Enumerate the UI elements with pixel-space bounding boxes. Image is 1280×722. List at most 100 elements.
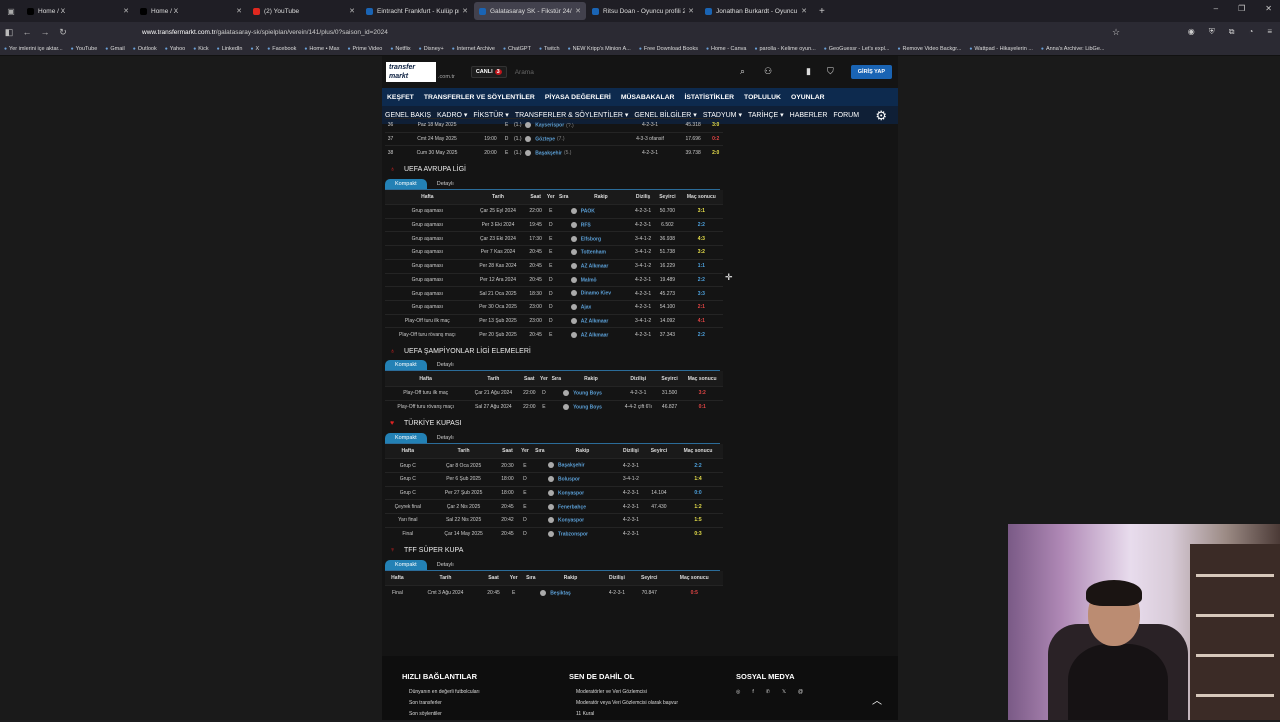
sub-nav-item[interactable]: HABERLER xyxy=(787,112,831,119)
main-nav-item[interactable]: TOPLULUK xyxy=(739,94,786,101)
opponent-name[interactable]: Konyaspor xyxy=(558,518,584,524)
cell-result[interactable]: 3:3 xyxy=(679,286,723,301)
table-row[interactable]: Play-Off turu ilk maç Per 13 Şub 2025 23:0… xyxy=(385,313,723,328)
back-button[interactable]: ← xyxy=(18,27,36,37)
cell-result[interactable]: 3:2 xyxy=(681,385,723,401)
cell-opponent[interactable]: RFS xyxy=(570,217,632,232)
cell-result[interactable]: 0:0 xyxy=(673,485,723,500)
table-row[interactable]: 38 Cum 30 May 2025 20:00 E (1.) Başakşehir (5.… xyxy=(385,145,723,160)
tab-compact[interactable]: Kompakt xyxy=(385,360,427,371)
extension-icon[interactable]: ◉ xyxy=(1188,27,1195,37)
bookmark-item[interactable]: YouTube xyxy=(71,46,98,52)
table-row[interactable]: Grup C Per 27 Şub 2025 18:00 E Konyaspor 4-2-… xyxy=(385,485,723,500)
browser-tab[interactable]: Eintracht Frankfurt - Kulüp profil✕ xyxy=(361,2,473,20)
cell-result[interactable]: 2:2 xyxy=(673,458,723,473)
browser-tab[interactable]: Ritsu Doan - Oyuncu profili 25/...✕ xyxy=(587,2,699,20)
cell-result[interactable]: 1:5 xyxy=(673,513,723,528)
cell-opponent[interactable]: Trabzonspor xyxy=(547,526,617,541)
bookmark-item[interactable]: Yahoo xyxy=(165,46,186,52)
bookmark-item[interactable]: NEW Kripp's Minion A... xyxy=(568,46,631,52)
bookmark-item[interactable]: Gmail xyxy=(105,46,124,52)
scroll-to-top-icon[interactable]: ︿ xyxy=(872,692,882,707)
main-nav-item[interactable]: TRANSFERLER VE SÖYLENTİLER xyxy=(419,94,540,101)
tab-compact[interactable]: Kompakt xyxy=(385,178,427,189)
footer-link[interactable]: Moderatörler ve Veri Gözlemcisi xyxy=(576,689,678,695)
opponent-name[interactable]: Boluspor xyxy=(558,477,580,483)
cell-opponent[interactable]: Konyaspor xyxy=(547,513,617,528)
bookmark-item[interactable]: Remove Video Backgr... xyxy=(897,46,961,52)
bookmark-item[interactable]: ChatGPT xyxy=(503,46,531,52)
tab-detailed[interactable]: Detaylı xyxy=(427,433,464,443)
transfermarkt-logo[interactable]: transfer markt xyxy=(386,62,436,82)
cell-opponent[interactable]: Ajax xyxy=(570,299,632,315)
opponent-name[interactable]: Ajax xyxy=(581,304,592,310)
table-row[interactable]: Grup aşaması Çar 25 Eyl 2024 22:00 E PAOK 4-2… xyxy=(385,204,723,219)
cell-result[interactable]: 2:2 xyxy=(679,327,723,342)
browser-menu-icon[interactable]: ▣ xyxy=(0,0,22,22)
close-tab-icon[interactable]: ✕ xyxy=(349,7,355,15)
footer-link[interactable]: Son transferler xyxy=(409,700,480,706)
opponent-name[interactable]: AZ Alkmaar xyxy=(581,332,609,338)
cell-opponent[interactable]: Tottenham xyxy=(570,245,632,260)
opponent-name[interactable]: Başakşehir xyxy=(558,463,585,469)
main-nav-item[interactable]: PİYASA DEĞERLERİ xyxy=(540,94,616,101)
cell-result[interactable]: 2:2 xyxy=(679,272,723,287)
cell-opponent[interactable]: Young Boys xyxy=(563,385,619,401)
close-window-icon[interactable]: ✕ xyxy=(1265,4,1272,13)
cell-result[interactable]: 3:0 xyxy=(708,118,723,133)
maximize-icon[interactable]: ❐ xyxy=(1238,4,1245,13)
opponent-name[interactable]: RFS xyxy=(581,222,591,228)
instagram-icon[interactable]: ◎ xyxy=(736,689,740,695)
browser-tab[interactable]: Galatasaray SK - Fikstür 24/25 |✕ xyxy=(474,2,586,20)
close-tab-icon[interactable]: ✕ xyxy=(462,7,468,15)
bookmark-item[interactable]: Anna's Archive: LibGe... xyxy=(1041,46,1105,52)
opponent-name[interactable]: Göztepe xyxy=(535,136,555,142)
table-row[interactable]: Grup aşaması Per 28 Kas 2024 20:45 E AZ Alkm… xyxy=(385,258,723,273)
bookmark-item[interactable]: LinkedIn xyxy=(217,46,243,52)
bookmark-item[interactable]: Wattpad - Hikayelerin ... xyxy=(969,46,1032,52)
gear-icon[interactable]: ⚙ xyxy=(872,108,890,124)
new-tab-button[interactable]: + xyxy=(819,6,825,17)
cell-result[interactable]: 1:2 xyxy=(673,499,723,514)
opponent-name[interactable]: Young Boys xyxy=(573,404,602,410)
bookmark-item[interactable]: Disney+ xyxy=(419,46,444,52)
cell-opponent[interactable]: Başakşehir xyxy=(547,458,617,473)
table-row[interactable]: 36 Paz 18 May 2025 E (1.) Kayserispor (?.) 4-2… xyxy=(385,118,723,133)
cell-opponent[interactable]: Dinamo Kiev xyxy=(570,286,632,301)
footer-link[interactable]: 11 Kural xyxy=(576,711,678,717)
cell-opponent[interactable]: Kayserispor (?.) xyxy=(525,118,623,133)
table-row[interactable]: Grup aşaması Sal 21 Oca 2025 18:30 D Dinamo … xyxy=(385,286,723,301)
cell-result[interactable]: 4:1 xyxy=(679,313,723,328)
close-tab-icon[interactable]: ✕ xyxy=(123,7,129,15)
main-nav-item[interactable]: OYUNLAR xyxy=(786,94,830,101)
live-button[interactable]: CANLI 3 xyxy=(470,66,507,78)
cell-opponent[interactable]: Beşiktaş xyxy=(540,585,601,600)
opponent-name[interactable]: Başakşehir xyxy=(535,150,562,156)
browser-tab[interactable]: Home / X ✕ xyxy=(22,2,134,20)
bookmark-item[interactable]: Prime Video xyxy=(347,46,382,52)
cell-result[interactable]: 2:0 xyxy=(708,145,723,160)
login-button[interactable]: GİRİŞ YAP xyxy=(850,65,892,79)
opponent-name[interactable]: Malmö xyxy=(581,277,597,283)
search-input[interactable]: Arama xyxy=(515,69,534,76)
puzzle-icon[interactable]: ⧉ xyxy=(1229,27,1235,37)
cell-result[interactable]: 3:1 xyxy=(679,204,723,219)
table-row[interactable]: Çeyrek final Çar 2 Nis 2025 20:45 E Fenerbah… xyxy=(385,499,723,514)
bookmark-item[interactable]: Yer imlerini içe aktar... xyxy=(4,46,63,52)
tab-detailed[interactable]: Detaylı xyxy=(427,560,464,570)
whatsapp-icon[interactable]: ✆ xyxy=(766,689,770,695)
table-row[interactable]: Play-Off turu ilk maç Çar 21 Ağu 2024 22:0… xyxy=(385,385,723,401)
cell-opponent[interactable]: Young Boys xyxy=(563,399,619,414)
opponent-name[interactable]: Konyaspor xyxy=(558,490,584,496)
cell-opponent[interactable]: Boluspor xyxy=(547,472,617,487)
bookmark-item[interactable]: Outlook xyxy=(133,46,157,52)
cell-result[interactable]: 1:1 xyxy=(679,258,723,273)
bookmark-star-icon[interactable]: ☆ xyxy=(1112,27,1120,38)
cell-result[interactable]: 0:1 xyxy=(681,399,723,414)
x-icon[interactable]: 𝕏 xyxy=(782,689,786,695)
shield-icon[interactable]: ⛨ xyxy=(1209,27,1215,37)
opponent-name[interactable]: Trabzonspor xyxy=(558,532,588,538)
cell-result[interactable]: 0:3 xyxy=(673,526,723,541)
bookmark-item[interactable]: Internet Archive xyxy=(452,46,495,52)
bookmark-item[interactable]: Free Download Books xyxy=(639,46,698,52)
